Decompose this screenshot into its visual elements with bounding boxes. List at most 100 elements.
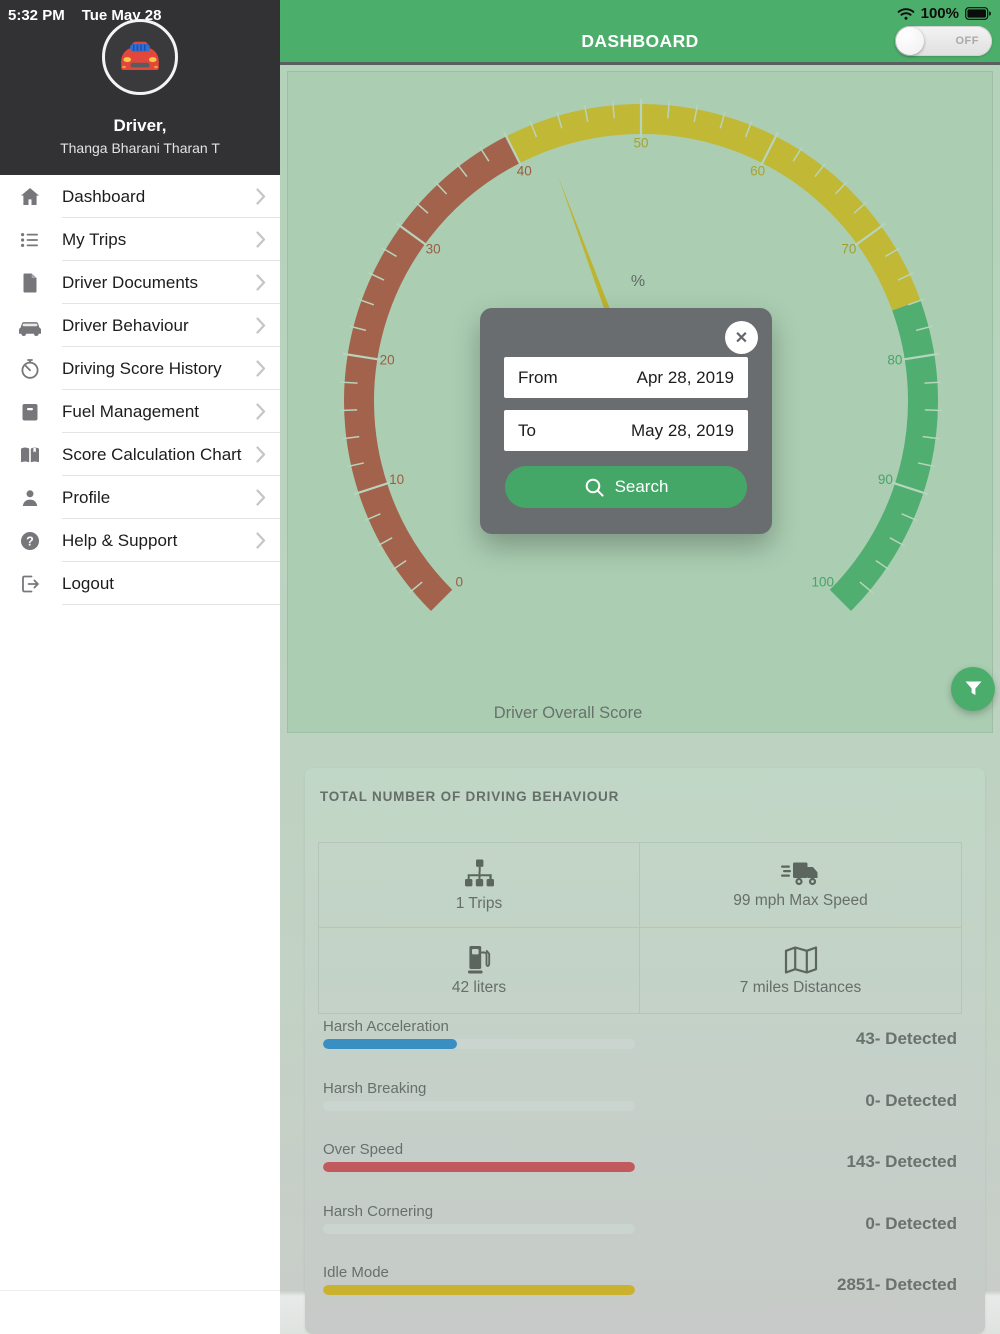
profile-name: Thanga Bharani Tharan T: [60, 140, 220, 156]
gauge-tick-label: 30: [426, 242, 441, 257]
toggle-label: OFF: [955, 35, 979, 47]
chevron-right-icon: [256, 188, 266, 205]
svg-text:?: ?: [26, 534, 34, 548]
gauge-tick-label: 10: [389, 472, 404, 487]
sidebar-item-driving-score-history[interactable]: Driving Score History: [0, 347, 280, 390]
list-icon: [17, 228, 43, 252]
sidebar-item-driver-behaviour[interactable]: Driver Behaviour: [0, 304, 280, 347]
avatar: [102, 19, 178, 95]
chevron-right-icon: [256, 532, 266, 549]
sidebar-item-help-support[interactable]: ? Help & Support: [0, 519, 280, 562]
summary-cell-max-speed: 99 mph Max Speed: [640, 843, 961, 928]
chevron-right-icon: [256, 360, 266, 377]
sidebar-item-label: Score Calculation Chart: [62, 444, 242, 464]
chevron-right-icon: [256, 446, 266, 463]
summary-cell-liters: 42 liters: [319, 928, 640, 1013]
sidebar-item-label: Driver Behaviour: [62, 315, 189, 335]
gauge-tick-label: 50: [633, 136, 648, 151]
progress-fill: [323, 1285, 635, 1295]
gauge-minor-tick: [924, 381, 942, 384]
page-title: DASHBOARD: [581, 31, 699, 51]
gauge-tick-label: 0: [456, 574, 464, 589]
progress-track: [323, 1224, 635, 1234]
chevron-right-icon: [256, 274, 266, 291]
main-area: 100% DASHBOARD OFF 0 10 20 30 40 50 60 70 80 90 10…: [280, 0, 1000, 1334]
sidebar-item-label: Fuel Management: [62, 401, 200, 421]
toggle-knob: [896, 27, 924, 55]
map-icon: [783, 945, 819, 975]
summary-cell-trips: 1 Trips: [319, 843, 640, 928]
search-icon: [584, 477, 605, 498]
from-date-field[interactable]: From Apr 28, 2019: [504, 357, 748, 398]
sidebar-item-label: Logout: [62, 573, 114, 593]
summary-grid: 1 Trips 99 mph Max Speed 42 liters 7 mil…: [318, 842, 962, 1014]
history-icon: [17, 357, 43, 381]
sidebar-header: 5:32 PM Tue May 28 Driver, Thanga Bharan…: [0, 0, 280, 175]
summary-cell-label: 1 Trips: [455, 894, 503, 912]
sidebar-menu: Dashboard My Trips Driver Documents Driv…: [0, 175, 280, 605]
fuel-box-icon: [17, 400, 43, 424]
sidebar-item-profile[interactable]: Profile: [0, 476, 280, 519]
app-header: 100% DASHBOARD OFF: [280, 0, 1000, 62]
sidebar-item-score-calculation-chart[interactable]: Score Calculation Chart: [0, 433, 280, 476]
gauge-tick-label: 60: [750, 164, 765, 179]
tracking-toggle[interactable]: OFF: [895, 26, 992, 56]
sidebar-item-label: Driver Documents: [62, 272, 199, 292]
status-time: 5:32 PM: [8, 7, 65, 24]
detected-count: 43- Detected: [855, 1029, 957, 1048]
close-icon[interactable]: ✕: [725, 321, 758, 354]
sidebar-item-logout[interactable]: Logout: [0, 562, 280, 605]
gauge-tick-label: 90: [878, 472, 893, 487]
person-icon: [17, 486, 43, 510]
book-icon: [17, 443, 43, 467]
search-button[interactable]: Search: [505, 466, 747, 508]
progress-track: [323, 1162, 635, 1172]
car-avatar-icon: [116, 37, 164, 77]
help-icon: ?: [17, 529, 43, 553]
behaviour-bar-row: Idle Mode 2851- Detected: [323, 1264, 957, 1304]
trips-icon: [461, 858, 498, 891]
behaviour-bar-row: Harsh Breaking 0- Detected: [323, 1080, 957, 1120]
sidebar-item-label: Dashboard: [62, 186, 146, 206]
summary-cell-label: 42 liters: [451, 979, 507, 996]
chevron-right-icon: [256, 403, 266, 420]
app-screen: 5:32 PM Tue May 28 Driver, Thanga Bharan…: [0, 0, 1000, 1334]
detected-count: 143- Detected: [846, 1152, 957, 1171]
gauge-unit-label: %: [631, 273, 645, 290]
battery-icon: [965, 7, 992, 20]
gauge-minor-tick: [340, 409, 358, 412]
sidebar-item-dashboard[interactable]: Dashboard: [0, 175, 280, 218]
summary-cell-distances: 7 miles Distances: [640, 928, 961, 1013]
sidebar-item-my-trips[interactable]: My Trips: [0, 218, 280, 261]
filter-button[interactable]: [951, 667, 995, 711]
to-label: To: [518, 420, 536, 440]
sidebar-item-driver-documents[interactable]: Driver Documents: [0, 261, 280, 304]
gauge-minor-tick: [340, 381, 358, 384]
gauge-tick-label: 70: [841, 242, 856, 257]
progress-track: [323, 1039, 635, 1049]
profile-title: Driver,: [113, 116, 167, 135]
chevron-right-icon: [256, 317, 266, 334]
dashboard-content: 0 10 20 30 40 50 60 70 80 90 100% Driver Overall S…: [280, 65, 1000, 1334]
behaviour-label: Harsh Breaking: [323, 1080, 427, 1097]
wifi-icon: [897, 7, 915, 21]
from-label: From: [518, 367, 558, 387]
document-icon: [17, 271, 43, 295]
home-icon: [17, 185, 43, 209]
to-date-field[interactable]: To May 28, 2019: [504, 410, 748, 451]
sidebar: 5:32 PM Tue May 28 Driver, Thanga Bharan…: [0, 0, 280, 1334]
sidebar-item-fuel-management[interactable]: Fuel Management: [0, 390, 280, 433]
behaviour-label: Harsh Cornering: [323, 1203, 434, 1220]
sidebar-item-label: My Trips: [62, 229, 127, 249]
progress-fill: [323, 1039, 458, 1049]
chevron-right-icon: [256, 231, 266, 248]
detected-count: 0- Detected: [865, 1214, 957, 1233]
battery-percent: 100%: [920, 5, 959, 22]
sidebar-item-label: Driving Score History: [62, 358, 222, 378]
summary-cell-label: 99 mph Max Speed: [733, 891, 868, 909]
behaviour-bar-row: Over Speed 143- Detected: [323, 1141, 957, 1181]
sidebar-item-label: Profile: [62, 487, 111, 507]
search-button-label: Search: [614, 477, 669, 496]
gauge-tick-label: 100: [811, 574, 834, 589]
gauge-tick-label: 40: [517, 164, 532, 179]
